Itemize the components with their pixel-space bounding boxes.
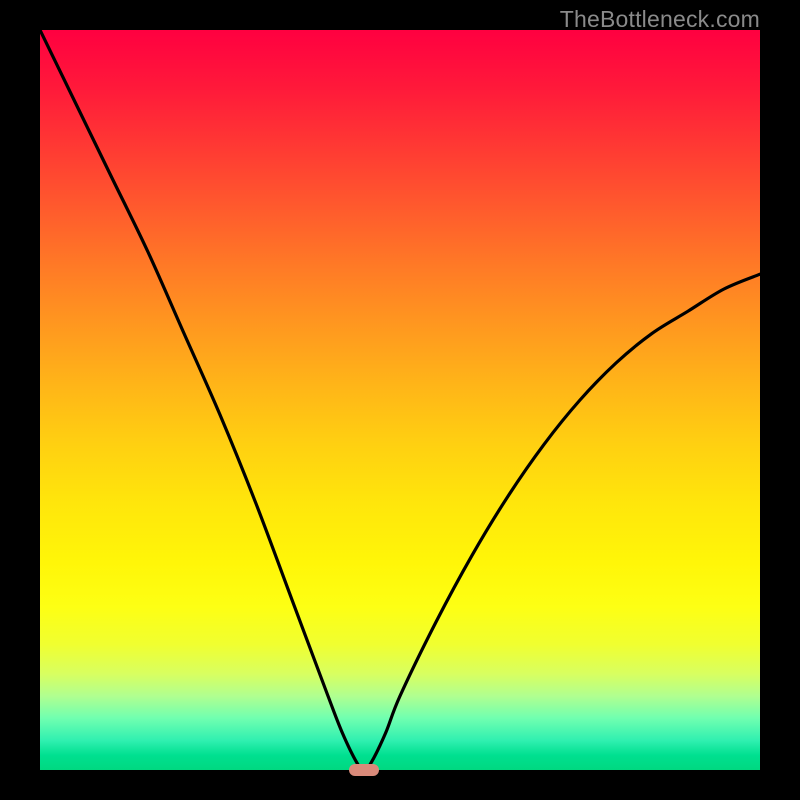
chart-frame: TheBottleneck.com [0,0,800,800]
watermark-text: TheBottleneck.com [560,6,760,33]
minimum-marker [349,764,379,776]
bottleneck-curve-path [40,30,760,770]
plot-area [40,30,760,770]
curve-svg [40,30,760,770]
